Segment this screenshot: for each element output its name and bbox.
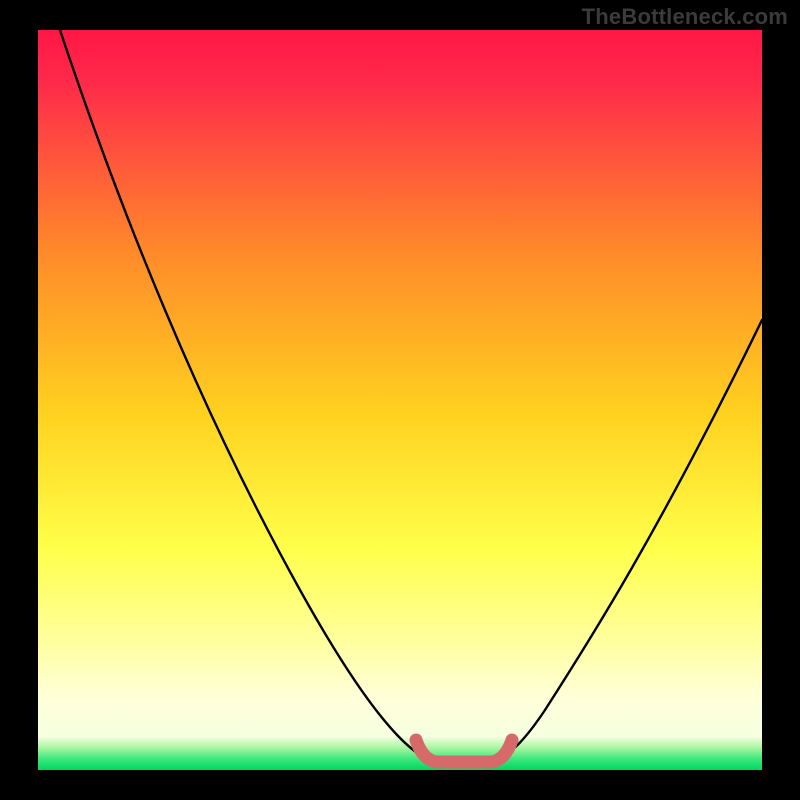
plot-area <box>38 30 762 770</box>
watermark-label: TheBottleneck.com <box>582 4 788 30</box>
chart-frame: TheBottleneck.com <box>0 0 800 800</box>
bottleneck-chart <box>0 0 800 800</box>
